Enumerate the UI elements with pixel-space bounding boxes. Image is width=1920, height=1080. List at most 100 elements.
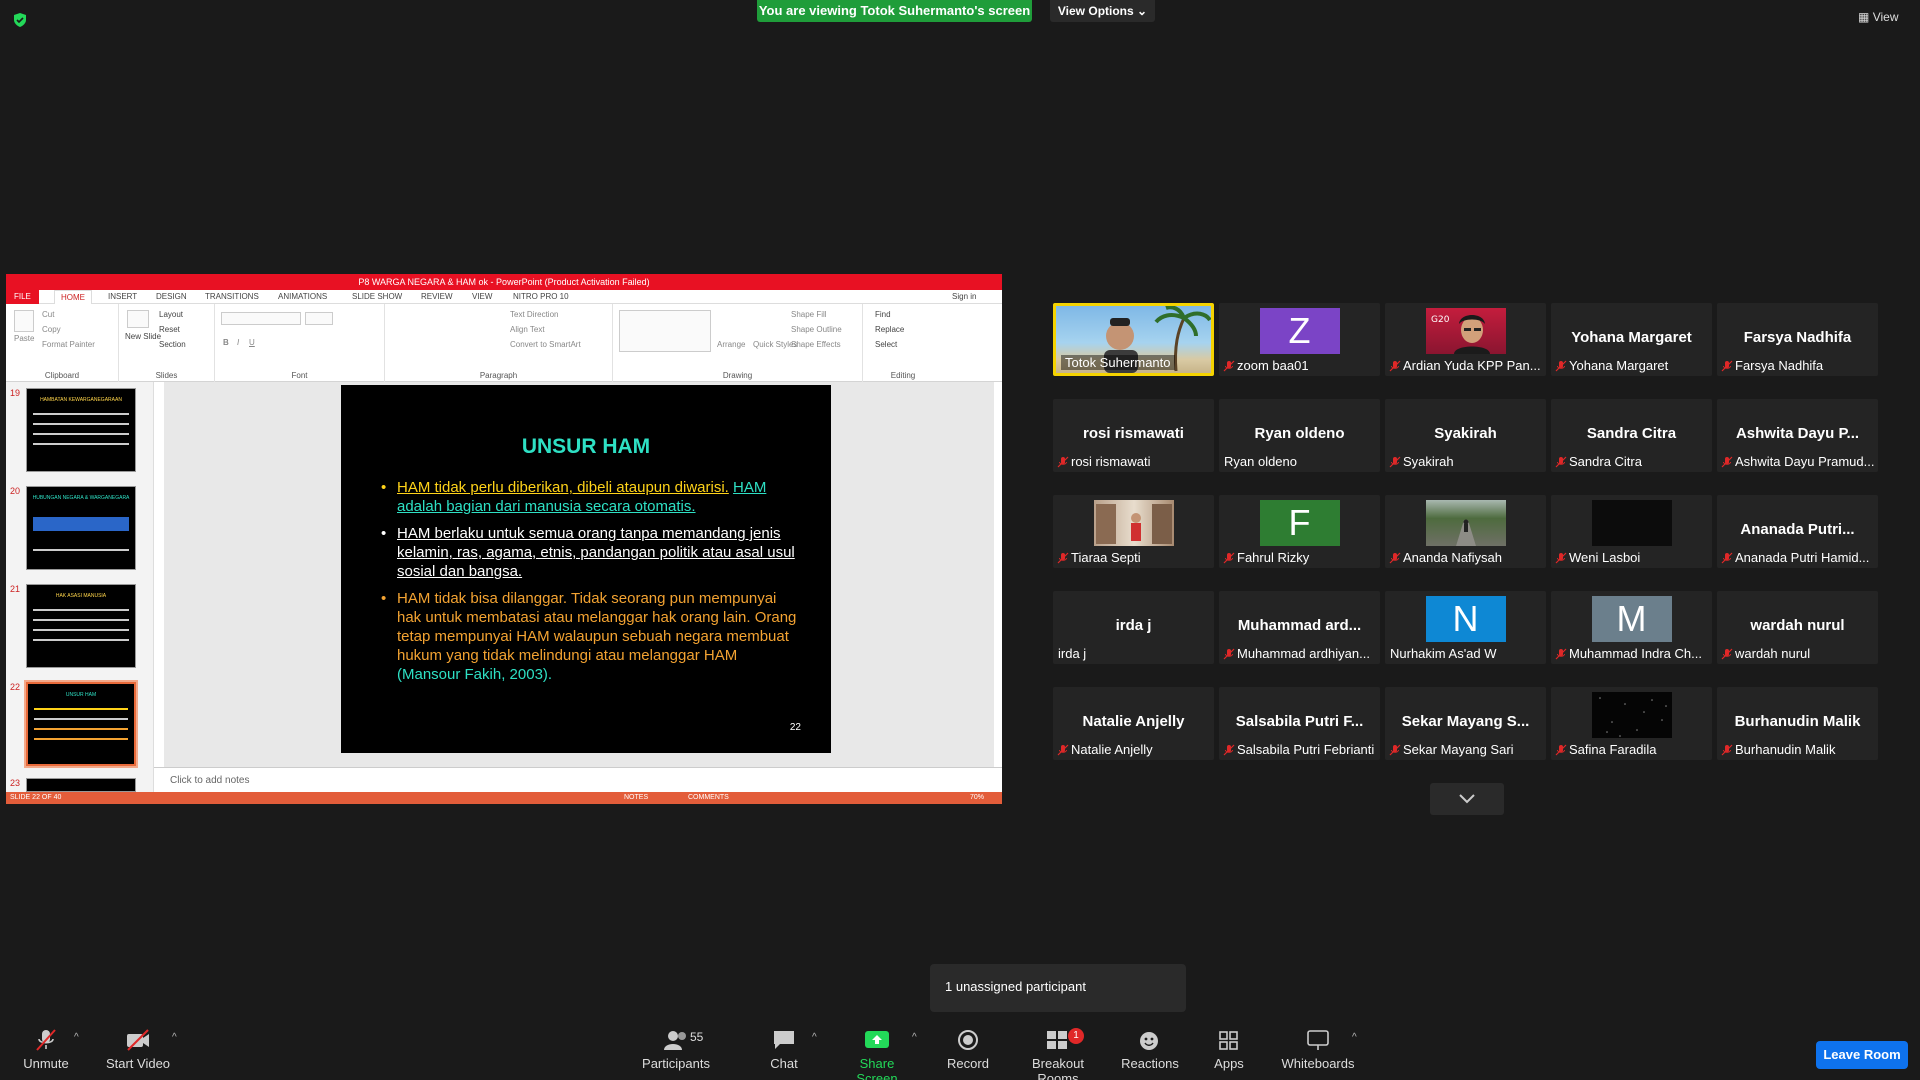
notes-pane[interactable]: Click to add notes: [154, 767, 1002, 792]
start-video-button[interactable]: Start Video: [102, 1028, 174, 1078]
shapes-gallery[interactable]: [619, 310, 711, 352]
slide-thumbnail[interactable]: HAMBATAN KEWARGANEGARAAN: [26, 388, 136, 472]
comments-button[interactable]: COMMENTS: [688, 794, 729, 801]
new-slide-button[interactable]: New Slide: [125, 332, 161, 341]
participants-button[interactable]: 55 Participants: [638, 1028, 714, 1078]
participant-tile[interactable]: rosi rismawati rosi rismawati: [1053, 399, 1214, 472]
unmute-button[interactable]: Unmute: [18, 1028, 74, 1078]
slide-thumbnail-selected[interactable]: UNSUR HAM: [24, 680, 138, 768]
new-slide-icon[interactable]: [127, 310, 149, 328]
participant-tile[interactable]: Yohana Margaret Yohana Margaret: [1551, 303, 1712, 376]
participant-tile[interactable]: G20 Ardian Yuda KPP Pan...: [1385, 303, 1546, 376]
breakout-rooms-button[interactable]: 1 Breakout Rooms: [1014, 1028, 1102, 1080]
participant-tile[interactable]: F Fahrul Rizky: [1219, 495, 1380, 568]
tab-view[interactable]: VIEW: [472, 292, 492, 301]
section-button[interactable]: Section: [159, 340, 186, 349]
tab-nitro[interactable]: NITRO PRO 10: [513, 292, 569, 301]
whiteboards-button[interactable]: Whiteboards: [1280, 1028, 1356, 1078]
tab-slide-show[interactable]: SLIDE SHOW: [352, 292, 402, 301]
arrange-button[interactable]: Arrange: [717, 340, 745, 349]
participant-tile[interactable]: Natalie Anjelly Natalie Anjelly: [1053, 687, 1214, 760]
slide-canvas[interactable]: UNSUR HAM HAM tidak perlu diberikan, dib…: [164, 382, 994, 767]
view-options-button[interactable]: View Options ⌄: [1050, 0, 1155, 22]
record-button[interactable]: Record: [944, 1028, 992, 1078]
tab-animations[interactable]: ANIMATIONS: [278, 292, 327, 301]
record-label: Record: [947, 1056, 989, 1071]
participant-tile[interactable]: N Nurhakim As'ad W: [1385, 591, 1546, 664]
slide-thumbnail[interactable]: [26, 778, 136, 792]
participant-tile[interactable]: Zzoom baa01: [1219, 303, 1380, 376]
participant-tile[interactable]: Sekar Mayang S... Sekar Mayang Sari: [1385, 687, 1546, 760]
chat-button[interactable]: Chat: [762, 1028, 806, 1078]
layout-button[interactable]: Layout: [159, 310, 183, 319]
bold-button[interactable]: B: [223, 338, 229, 347]
slide-thumbnail[interactable]: HAK ASASI MANUSIA: [26, 584, 136, 668]
participant-tile[interactable]: M Muhammad Indra Ch...: [1551, 591, 1712, 664]
participant-tile[interactable]: Safina Faradila: [1551, 687, 1712, 760]
view-button[interactable]: ▦ View: [1858, 10, 1898, 24]
share-options-caret[interactable]: ^: [912, 1032, 917, 1043]
share-screen-button[interactable]: Share Screen: [838, 1028, 916, 1080]
find-button[interactable]: Find: [875, 310, 891, 319]
reactions-button[interactable]: Reactions: [1120, 1028, 1180, 1078]
current-slide[interactable]: UNSUR HAM HAM tidak perlu diberikan, dib…: [341, 385, 831, 753]
apps-button[interactable]: Apps: [1210, 1028, 1248, 1078]
tab-transitions[interactable]: TRANSITIONS: [205, 292, 259, 301]
shared-screen-powerpoint: P8 WARGA NEGARA & HAM ok - PowerPoint (P…: [6, 274, 1002, 804]
format-painter-button[interactable]: Format Painter: [42, 340, 95, 349]
participant-tile[interactable]: Farsya Nadhifa Farsya Nadhifa: [1717, 303, 1878, 376]
whiteboards-options-caret[interactable]: ^: [1352, 1032, 1357, 1043]
shape-fill-button[interactable]: Shape Fill: [791, 310, 827, 319]
slide-thumbnail[interactable]: HUBUNGAN NEGARA & WARGANEGARA: [26, 486, 136, 570]
participant-tile[interactable]: Burhanudin Malik Burhanudin Malik: [1717, 687, 1878, 760]
tab-review[interactable]: REVIEW: [421, 292, 453, 301]
italic-button[interactable]: I: [237, 338, 239, 347]
zoom-level[interactable]: 70%: [970, 794, 984, 801]
participant-tile[interactable]: wardah nurul wardah nurul: [1717, 591, 1878, 664]
sign-in-link[interactable]: Sign in: [952, 292, 976, 301]
shape-outline-button[interactable]: Shape Outline: [791, 325, 842, 334]
font-size-field[interactable]: [305, 312, 333, 325]
select-button[interactable]: Select: [875, 340, 897, 349]
participant-tile[interactable]: Ananda Nafiysah: [1385, 495, 1546, 568]
participant-tile[interactable]: Ryan oldeno Ryan oldeno: [1219, 399, 1380, 472]
shape-effects-button[interactable]: Shape Effects: [791, 340, 841, 349]
gallery-next-page-button[interactable]: [1430, 783, 1504, 815]
reset-button[interactable]: Reset: [159, 325, 180, 334]
font-name-field[interactable]: [221, 312, 301, 325]
paste-label[interactable]: Paste: [14, 334, 34, 343]
participant-tile[interactable]: irda j irda j: [1053, 591, 1214, 664]
participant-name: Safina Faradila: [1569, 742, 1657, 757]
participant-tile[interactable]: Tiaraa Septi: [1053, 495, 1214, 568]
participant-tile[interactable]: Weni Lasboi: [1551, 495, 1712, 568]
convert-smartart-button[interactable]: Convert to SmartArt: [510, 340, 581, 349]
participant-tile[interactable]: Salsabila Putri F... Salsabila Putri Febr…: [1219, 687, 1380, 760]
leave-room-button[interactable]: Leave Room: [1816, 1041, 1908, 1069]
chevron-down-icon: ⌄: [1137, 4, 1148, 18]
tab-file[interactable]: FILE: [6, 290, 39, 304]
tab-design[interactable]: DESIGN: [156, 292, 187, 301]
slide-thumbnails-pane[interactable]: 19 HAMBATAN KEWARGANEGARAAN 20 HUBUNGAN …: [6, 382, 154, 792]
participant-tile[interactable]: Totok Suhermanto: [1053, 303, 1214, 376]
cut-button[interactable]: Cut: [42, 310, 54, 319]
underline-button[interactable]: U: [249, 338, 255, 347]
security-shield-icon[interactable]: [12, 12, 28, 28]
audio-options-caret[interactable]: ^: [74, 1032, 79, 1043]
participant-tile[interactable]: Ananada Putri... Ananada Putri Hamid...: [1717, 495, 1878, 568]
tab-home[interactable]: HOME: [54, 290, 92, 305]
participant-tile[interactable]: Sandra Citra Sandra Citra: [1551, 399, 1712, 472]
video-options-caret[interactable]: ^: [172, 1032, 177, 1043]
paste-icon[interactable]: [14, 310, 34, 332]
chat-options-caret[interactable]: ^: [812, 1032, 817, 1043]
notes-button[interactable]: NOTES: [624, 794, 648, 801]
participant-tile[interactable]: Syakirah Syakirah: [1385, 399, 1546, 472]
drawing-label: Drawing: [722, 371, 753, 380]
tab-insert[interactable]: INSERT: [108, 292, 137, 301]
replace-button[interactable]: Replace: [875, 325, 904, 334]
start-video-label: Start Video: [105, 1056, 171, 1071]
participant-tile[interactable]: Ashwita Dayu P... Ashwita Dayu Pramud...: [1717, 399, 1878, 472]
align-text-button[interactable]: Align Text: [510, 325, 545, 334]
participant-tile[interactable]: Muhammad ard... Muhammad ardhiyan...: [1219, 591, 1380, 664]
text-direction-button[interactable]: Text Direction: [510, 310, 558, 319]
copy-button[interactable]: Copy: [42, 325, 61, 334]
